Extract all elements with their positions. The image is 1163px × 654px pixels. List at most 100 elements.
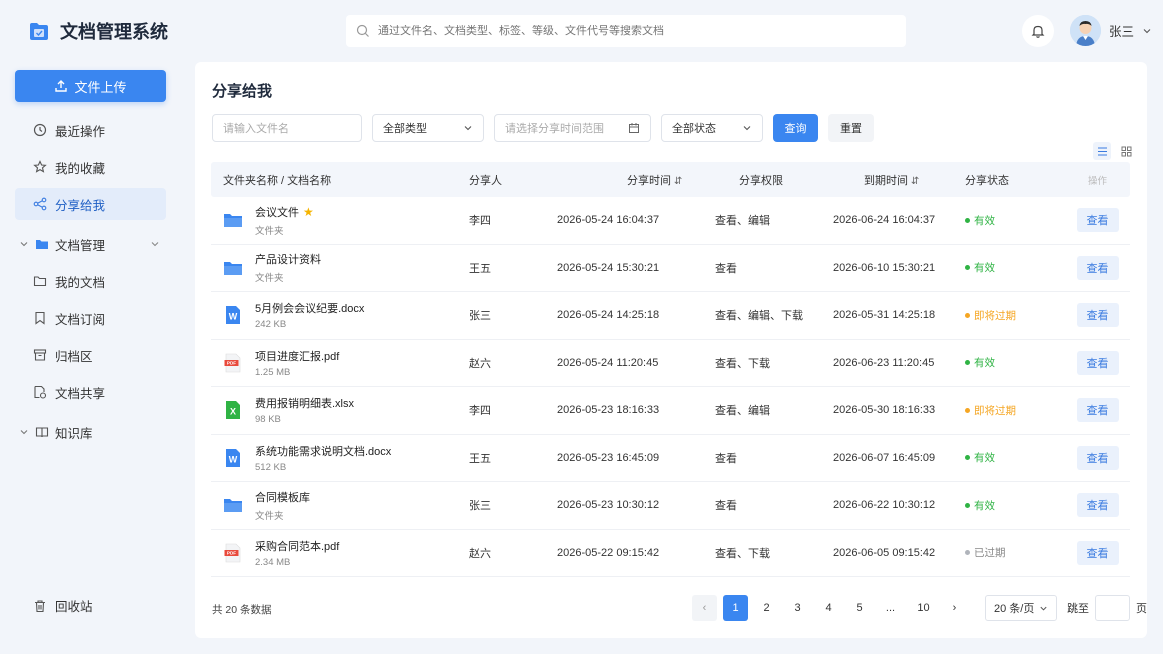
table-row[interactable]: PDF 项目进度汇报.pdf 1.25 MB 赵六 2026-05-24 11:20:4…: [211, 340, 1130, 387]
col-header-status: 分享状态: [965, 172, 1065, 188]
sidebar-item-label: 我的收藏: [55, 161, 106, 176]
file-name[interactable]: 会议文件: [255, 204, 299, 220]
table-row[interactable]: PDF 采购合同范本.pdf 2.34 MB 赵六 2026-05-22 09:15:4…: [211, 530, 1130, 577]
page-button[interactable]: 10: [911, 595, 936, 621]
page-button[interactable]: 5: [847, 595, 872, 621]
jump-prefix: 跳至: [1067, 603, 1089, 615]
sidebar-item-recent[interactable]: 最近操作: [15, 114, 166, 146]
view-button[interactable]: 查看: [1076, 493, 1119, 518]
table-row[interactable]: 合同模板库 文件夹 张三 2026-05-23 10:30:12 查看 2026-06-2…: [211, 482, 1130, 530]
page-numbers: 1 2 3 4 5... 10: [723, 595, 936, 621]
cell-status: 有效: [965, 260, 1065, 275]
status-select[interactable]: 全部状态: [661, 114, 763, 142]
type-select[interactable]: 全部类型: [372, 114, 484, 142]
col-header-label: 分享时间: [627, 174, 671, 187]
file-meta: 文件夹: [255, 273, 284, 285]
status-badge: 已过期: [965, 545, 1065, 560]
file-name[interactable]: 合同模板库: [255, 489, 310, 505]
reset-button[interactable]: 重置: [828, 114, 874, 142]
table-row[interactable]: X 费用报销明细表.xlsx 98 KB 李四 2026-05-23 18:16:33 查…: [211, 387, 1130, 435]
col-header-share-time[interactable]: 分享时间 ⇵: [569, 172, 693, 188]
view-button[interactable]: 查看: [1076, 350, 1119, 375]
view-button[interactable]: 查看: [1076, 208, 1119, 233]
sort-icon[interactable]: ⇵: [911, 176, 919, 187]
cell-status: 即将过期: [965, 403, 1065, 418]
sidebar-item-subscriptions[interactable]: 文档订阅: [15, 302, 166, 334]
file-name[interactable]: 系统功能需求说明文档.docx: [255, 443, 391, 459]
cell-sharer: 李四: [469, 405, 491, 418]
cell-name: X 费用报销明细表.xlsx 98 KB: [211, 395, 457, 425]
page-jump: 跳至 页: [1067, 595, 1147, 621]
bell-icon: [1031, 25, 1045, 38]
share-doc-icon: [34, 385, 47, 399]
cell-expire: 2026-06-05 09:15:42: [833, 546, 936, 559]
view-button[interactable]: 查看: [1076, 303, 1119, 328]
view-button[interactable]: 查看: [1076, 398, 1119, 423]
sidebar-item-shared-with-me[interactable]: 分享给我: [15, 188, 166, 220]
file-name[interactable]: 项目进度汇报.pdf: [255, 348, 339, 364]
file-name[interactable]: 采购合同范本.pdf: [255, 538, 339, 554]
status-badge: 有效: [965, 260, 1065, 275]
view-button[interactable]: 查看: [1076, 445, 1119, 470]
page-ellipsis: ...: [885, 602, 896, 614]
next-page-button[interactable]: ›: [942, 595, 967, 621]
jump-page-input[interactable]: [1095, 595, 1130, 621]
list-view-button[interactable]: [1093, 142, 1111, 160]
clock-icon: [33, 123, 47, 137]
upload-button[interactable]: 文件上传: [15, 70, 166, 102]
cell-status: 有效: [965, 213, 1065, 228]
sidebar-item-my-docs[interactable]: 我的文档: [15, 265, 166, 297]
view-toggle: [1093, 142, 1135, 160]
filename-placeholder: 请输入文件名: [223, 123, 289, 135]
cell-name: 合同模板库 文件夹: [211, 489, 457, 522]
file-name[interactable]: 产品设计资料: [255, 251, 321, 267]
sidebar-item-archive[interactable]: 归档区: [15, 339, 166, 371]
cell-share-time: 2026-05-24 11:20:45: [557, 357, 693, 369]
share-time: 2026-05-23 16:45:09: [557, 451, 660, 464]
global-search[interactable]: [346, 15, 906, 47]
file-meta: 2.34 MB: [255, 556, 291, 568]
file-name[interactable]: 费用报销明细表.xlsx: [255, 395, 354, 411]
sidebar-item-recycle-bin[interactable]: 回收站: [33, 596, 93, 615]
sort-icon[interactable]: ⇵: [674, 176, 682, 187]
status-badge: 有效: [965, 450, 1065, 465]
sidebar-group-knowledge-base[interactable]: 知识库: [15, 416, 166, 448]
cell-expire: 2026-06-07 16:45:09: [833, 451, 936, 464]
sidebar-item-favorites[interactable]: 我的收藏: [15, 151, 166, 183]
col-header-expire[interactable]: 到期时间 ⇵: [811, 172, 965, 188]
notification-button[interactable]: [1022, 15, 1054, 47]
view-button[interactable]: 查看: [1076, 255, 1119, 280]
query-button[interactable]: 查询: [773, 114, 818, 142]
search-input[interactable]: [378, 25, 878, 37]
cell-name: 会议文件 ★ 文件夹: [211, 204, 457, 237]
view-button[interactable]: 查看: [1076, 540, 1119, 565]
avatar-icon: [1070, 15, 1101, 46]
table-body: 会议文件 ★ 文件夹 李四 2026-05-24 16:04:37 查看、编辑 2026-0…: [211, 197, 1130, 577]
page-size-select[interactable]: 20 条/页: [985, 595, 1057, 621]
table-row[interactable]: W 5月例会会议纪要.docx 242 KB 张三 2026-05-24 14:25:1…: [211, 292, 1130, 340]
grid-view-button[interactable]: [1117, 142, 1135, 160]
sidebar-nav: 最近操作 我的收藏 分享给我 文档管理 我的文档 文档订阅 归档区 文档共享 知…: [15, 114, 166, 453]
page-button[interactable]: 4: [816, 595, 841, 621]
table-row[interactable]: 产品设计资料 文件夹 王五 2026-05-24 15:30:21 查看 2026-06-…: [211, 245, 1130, 292]
sidebar-item-doc-sharing[interactable]: 文档共享: [15, 376, 166, 408]
sidebar-item-label: 最近操作: [55, 124, 106, 139]
sidebar-group-doc-management[interactable]: 文档管理: [15, 228, 166, 260]
table-row[interactable]: W 系统功能需求说明文档.docx 512 KB 王五 2026-05-23 16:45…: [211, 435, 1130, 482]
page-button[interactable]: 3: [785, 595, 810, 621]
pdf-file-icon: PDF: [224, 353, 241, 373]
prev-page-button[interactable]: ‹: [692, 595, 717, 621]
app-logo[interactable]: 文档管理系统: [28, 18, 168, 44]
file-name[interactable]: 5月例会会议纪要.docx: [255, 300, 364, 316]
folder-icon: [224, 214, 242, 228]
cell-actions: 查看: [1065, 208, 1130, 233]
filename-filter-input[interactable]: 请输入文件名: [212, 114, 362, 142]
share-date-range-picker[interactable]: 请选择分享时间范围: [494, 114, 651, 142]
user-menu[interactable]: 张三: [1070, 15, 1152, 46]
table-row[interactable]: 会议文件 ★ 文件夹 李四 2026-05-24 16:04:37 查看、编辑 2026-0…: [211, 197, 1130, 245]
status-dot: [965, 502, 970, 508]
status-dot: [965, 550, 970, 556]
page-button[interactable]: 2: [754, 595, 779, 621]
cell-permission: 查看、编辑: [715, 405, 770, 418]
page-button[interactable]: 1: [723, 595, 748, 621]
